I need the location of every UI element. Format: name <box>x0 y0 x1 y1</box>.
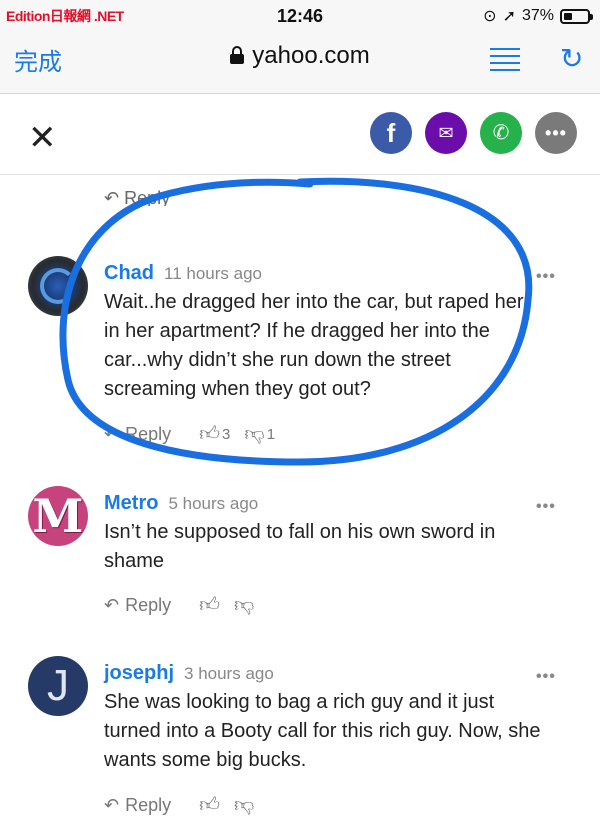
comment-actions: ↶ Reply 👍︎ 👎︎ <box>104 793 254 817</box>
comment-author[interactable]: Metro 5 hours ago <box>104 492 258 515</box>
status-indicators: ⊙ ➚ 37% <box>483 6 593 26</box>
browser-toolbar: 完成 yahoo.com ↻ <box>0 32 600 94</box>
comment-menu-icon[interactable]: ••• <box>536 668 556 686</box>
refresh-icon[interactable]: ↻ <box>560 42 583 75</box>
like-count: 3 <box>222 425 231 443</box>
comment-author[interactable]: Chad 11 hours ago <box>104 262 262 285</box>
avatar[interactable] <box>28 256 88 316</box>
reply-button[interactable]: Reply <box>125 595 171 616</box>
reader-icon[interactable] <box>490 48 520 76</box>
comment-menu-icon[interactable]: ••• <box>536 268 556 286</box>
reply-icon[interactable]: ↶ <box>104 795 119 816</box>
location-icon: ➚ <box>502 8 516 25</box>
thumbs-down-icon[interactable]: 👎︎ <box>244 422 264 446</box>
email-share-icon[interactable]: ✉ <box>425 112 467 154</box>
thumbs-down-icon[interactable]: 👎︎ <box>234 793 254 817</box>
more-share-icon[interactable]: ••• <box>535 112 577 154</box>
comment-text: She was looking to bag a rich guy and it… <box>104 691 541 771</box>
previous-comment-actions[interactable]: ↶ Reply <box>104 188 170 206</box>
comment-menu-icon[interactable]: ••• <box>536 498 556 516</box>
comment-actions: ↶ Reply 👍︎ 3 👎︎ 1 <box>104 422 275 446</box>
comment-time: 3 hours ago <box>184 664 274 683</box>
reply-icon[interactable]: ↶ <box>104 595 119 616</box>
comment-text: Wait..he dragged her into the car, but r… <box>104 291 524 400</box>
battery-percent: 37% <box>521 7 554 24</box>
reply-button[interactable]: Reply <box>125 795 171 816</box>
comment-author[interactable]: josephj 3 hours ago <box>104 662 274 685</box>
thumbs-down-icon[interactable]: 👎︎ <box>234 593 254 617</box>
facebook-share-icon[interactable]: f <box>370 112 412 154</box>
address-text: yahoo.com <box>252 42 370 69</box>
avatar[interactable]: J <box>28 656 88 716</box>
thumbs-up-icon[interactable]: 👍︎ <box>199 793 220 817</box>
avatar[interactable]: M <box>28 486 88 546</box>
dislike-count: 1 <box>266 425 276 443</box>
reply-button[interactable]: Reply <box>125 424 171 445</box>
battery-fill <box>564 12 572 20</box>
comment-text: Isn’t he supposed to fall on his own swo… <box>104 521 496 572</box>
battery-icon <box>560 8 593 24</box>
rotation-lock-icon: ⊙ <box>483 8 497 25</box>
whatsapp-share-icon[interactable]: ✆ <box>480 112 522 154</box>
thumbs-up-icon[interactable]: 👍︎ <box>199 422 220 446</box>
lock-icon <box>230 46 245 64</box>
reply-icon[interactable]: ↶ <box>104 424 119 445</box>
comment-actions: ↶ Reply 👍︎ 👎︎ <box>104 593 254 617</box>
status-bar: Edition日報網 .NET 12:46 ⊙ ➚ 37% <box>0 0 600 32</box>
comment-time: 11 hours ago <box>164 264 262 283</box>
divider <box>0 174 600 175</box>
close-icon[interactable]: ✕ <box>28 118 57 158</box>
comment-time: 5 hours ago <box>168 494 259 513</box>
thumbs-up-icon[interactable]: 👍︎ <box>199 593 220 617</box>
